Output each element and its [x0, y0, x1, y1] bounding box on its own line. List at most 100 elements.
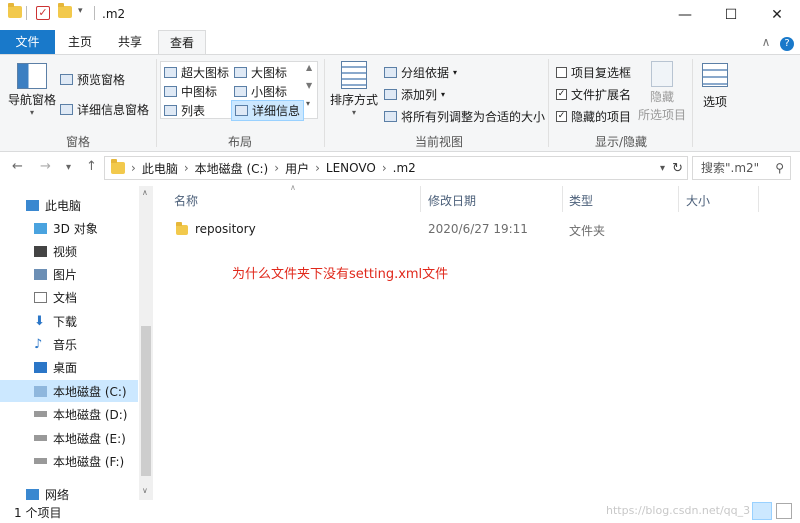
details-pane-label: 详细信息窗格 [77, 103, 150, 117]
options-button[interactable]: 选项 [702, 63, 728, 110]
details-pane-button[interactable]: 详细信息窗格 [60, 101, 149, 118]
column-divider[interactable] [420, 186, 421, 212]
scrollbar-thumb[interactable] [141, 326, 151, 476]
file-extensions-toggle[interactable]: ✓ 文件扩展名 [556, 86, 631, 103]
separator [26, 6, 27, 20]
medium-icons-icon [164, 86, 177, 97]
tab-home[interactable]: 主页 [58, 30, 102, 54]
checkbox[interactable]: ✓ [556, 89, 567, 100]
breadcrumb-lenovo[interactable]: LENOVO [326, 161, 376, 175]
row-name[interactable]: repository [195, 222, 256, 236]
layout-list[interactable]: 列表 [164, 102, 205, 119]
nav-pane-label: 导航窗格 [8, 93, 57, 107]
column-divider[interactable] [562, 186, 563, 212]
maximize-button[interactable]: ☐ [708, 0, 754, 30]
tab-view[interactable]: 查看 [158, 30, 206, 54]
customize-toolbar-icon[interactable]: ▾ [78, 6, 83, 16]
column-header-modified[interactable]: 修改日期 [428, 192, 476, 209]
checkbox[interactable]: ✓ [556, 111, 567, 122]
gallery-up-icon[interactable]: ▲ [306, 63, 312, 72]
back-icon[interactable]: ← [12, 159, 23, 174]
breadcrumb-users[interactable]: 用户 [285, 160, 309, 177]
details-view-icon[interactable] [752, 502, 772, 520]
column-header-type[interactable]: 类型 [569, 192, 593, 209]
hide-selected-icon [651, 61, 673, 87]
help-icon[interactable]: ? [778, 30, 796, 54]
layout-details[interactable]: 详细信息 [231, 100, 305, 121]
layout-label: 超大图标 [181, 66, 230, 80]
column-divider[interactable] [758, 186, 759, 212]
minimize-button[interactable]: — [662, 0, 708, 30]
search-input[interactable]: 搜索".m2" ⚲ [692, 156, 791, 180]
nav-item-pictures[interactable]: 图片 [0, 263, 138, 285]
search-placeholder: 搜索".m2" [701, 161, 760, 175]
nav-item-desktop[interactable]: 桌面 [0, 356, 138, 378]
chevron-down-icon: ▾ [352, 108, 357, 117]
layout-medium-icons[interactable]: 中图标 [164, 83, 217, 100]
breadcrumb-this-pc[interactable]: 此电脑 [142, 160, 178, 177]
preview-pane-label: 预览窗格 [77, 73, 126, 87]
hidden-items-toggle[interactable]: ✓ 隐藏的项目 [556, 108, 631, 125]
refresh-icon[interactable]: ↻ [672, 161, 683, 176]
nav-item-drive-d[interactable]: 本地磁盘 (D:) [0, 403, 138, 425]
address-bar[interactable]: › 此电脑 › 本地磁盘 (C:) › 用户 › LENOVO › .m2 ▾ … [104, 156, 688, 180]
music-icon: ♪ [34, 336, 43, 352]
group-label-panes: 窗格 [65, 135, 90, 149]
layout-large-icons[interactable]: 大图标 [234, 64, 287, 81]
layout-small-icons[interactable]: 小图标 [234, 83, 287, 100]
tab-share[interactable]: 共享 [108, 30, 152, 54]
sort-indicator-icon: ∧ [290, 183, 296, 192]
fit-columns-button[interactable]: 将所有列调整为合适的大小 [384, 108, 545, 125]
item-checkboxes-toggle[interactable]: 项目复选框 [556, 64, 631, 81]
large-icons-view-icon[interactable] [776, 503, 792, 519]
breadcrumb-drive-c[interactable]: 本地磁盘 (C:) [195, 160, 269, 177]
nav-item-drive-e[interactable]: 本地磁盘 (E:) [0, 427, 138, 449]
gallery-down-icon[interactable]: ▼ [306, 81, 312, 90]
properties-icon[interactable]: ✓ [36, 6, 50, 20]
close-button[interactable]: ✕ [754, 0, 800, 30]
column-header-size[interactable]: 大小 [686, 192, 710, 209]
forward-icon[interactable]: → [40, 159, 51, 174]
tab-file[interactable]: 文件 [0, 30, 55, 54]
nav-scrollbar[interactable]: ∧ ∨ [139, 186, 153, 500]
nav-item-videos[interactable]: 视频 [0, 240, 138, 262]
hide-selected-button[interactable]: 隐藏 所选项目 [638, 61, 686, 123]
nav-item-music[interactable]: ♪ 音乐 [0, 333, 138, 355]
add-column-button[interactable]: 添加列 ▾ [384, 86, 445, 103]
column-divider[interactable] [678, 186, 679, 212]
ribbon: 导航窗格 ▾ 预览窗格 详细信息窗格 窗格 超大图标 大图标 中图标 小图标 列… [0, 54, 800, 152]
sort-by-button[interactable]: 排序方式 ▾ [330, 61, 378, 117]
scroll-up-icon[interactable]: ∧ [142, 188, 148, 197]
nav-item-this-pc[interactable]: 此电脑 [0, 194, 138, 216]
nav-pane-icon [17, 63, 47, 89]
collapse-ribbon-icon[interactable]: ∧ [756, 30, 776, 54]
nav-item-drive-c[interactable]: 本地磁盘 (C:) [0, 380, 138, 402]
gallery-more-icon[interactable]: ▾ [306, 99, 310, 108]
group-by-button[interactable]: 分组依据 ▾ [384, 64, 457, 81]
column-header-name[interactable]: 名称 [174, 192, 198, 209]
checkbox[interactable] [556, 67, 567, 78]
recent-locations-icon[interactable]: ▾ [66, 162, 71, 173]
layout-extra-large-icons[interactable]: 超大图标 [164, 64, 229, 81]
up-icon[interactable]: ↑ [86, 159, 97, 174]
nav-item-documents[interactable]: 文档 [0, 286, 138, 308]
annotation-text: 为什么文件夹下没有setting.xml文件 [232, 267, 449, 282]
details-pane-icon [60, 104, 73, 115]
folder-icon [8, 3, 22, 18]
scroll-down-icon[interactable]: ∨ [142, 486, 148, 495]
ribbon-tabs: 文件 主页 共享 查看 ∧ ? [0, 30, 800, 54]
nav-item-drive-f[interactable]: 本地磁盘 (F:) [0, 450, 138, 472]
nav-pane-button[interactable]: 导航窗格 ▾ [8, 63, 57, 117]
new-folder-icon[interactable] [58, 3, 72, 18]
breadcrumb-m2[interactable]: .m2 [393, 161, 416, 175]
chevron-down-icon: ▾ [30, 108, 35, 117]
row-type: 文件夹 [569, 224, 606, 238]
divider [692, 59, 693, 147]
preview-pane-button[interactable]: 预览窗格 [60, 71, 125, 88]
nav-item-3d-objects[interactable]: 3D 对象 [0, 217, 138, 239]
nav-label: 图片 [53, 267, 78, 282]
layout-label: 详细信息 [252, 104, 301, 118]
nav-item-downloads[interactable]: ⬇ 下载 [0, 310, 138, 332]
network-icon [26, 488, 39, 500]
address-dropdown-icon[interactable]: ▾ [660, 163, 665, 174]
